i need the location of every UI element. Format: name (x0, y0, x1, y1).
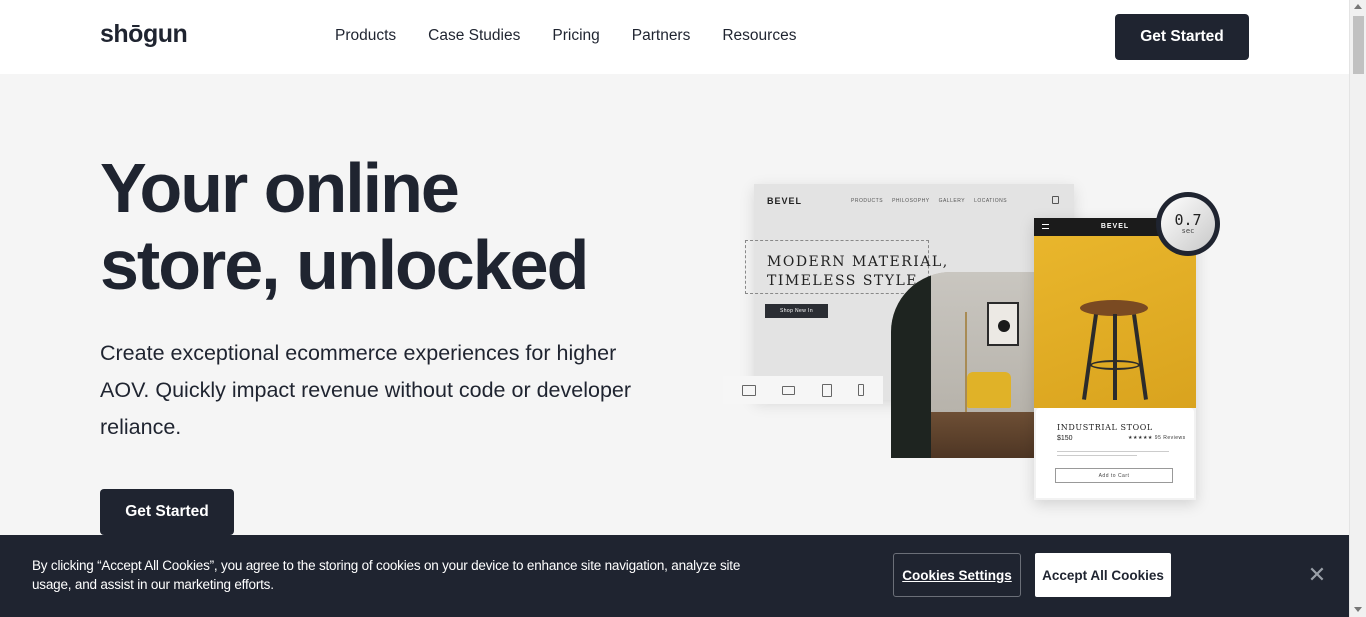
hero-title-line-2: store, unlocked (100, 226, 589, 304)
photo-artwork (987, 302, 1019, 346)
desktop-nav-item: LOCATIONS (974, 198, 1008, 204)
nav-partners[interactable]: Partners (632, 27, 691, 45)
stool-leg (1132, 314, 1148, 400)
desktop-brand: BEVEL (767, 196, 803, 206)
nav-resources[interactable]: Resources (722, 27, 796, 45)
tablet-icon (821, 383, 832, 397)
bag-icon (1052, 196, 1059, 204)
scroll-down-arrow-icon[interactable] (1354, 607, 1362, 612)
site-header: shōgun Products Case Studies Pricing Par… (0, 0, 1349, 74)
nav-products[interactable]: Products (335, 27, 396, 45)
desktop-nav-item: PHILOSOPHY (892, 198, 930, 204)
desktop-icon (742, 384, 757, 396)
close-icon[interactable]: ✕ (1306, 564, 1328, 586)
desktop-headline-line-1: MODERN MATERIAL, (767, 254, 949, 270)
device-switcher (723, 376, 883, 404)
load-time-value: 0.7 (1174, 211, 1202, 229)
hero-subtitle: Create exceptional ecommerce experiences… (100, 341, 632, 439)
shogun-logo[interactable]: shōgun (100, 20, 188, 49)
product-mockup: BEVEL PRODUCTS PHILOSOPHY GALLERY LOCATI… (720, 180, 1240, 510)
load-time-unit: sec (1181, 227, 1195, 235)
product-rating: ★★★★★ 95 Reviews (1128, 435, 1186, 441)
nav-pricing[interactable]: Pricing (552, 27, 599, 45)
scroll-up-arrow-icon[interactable] (1354, 4, 1362, 9)
product-name: INDUSTRIAL STOOL (1057, 423, 1153, 432)
stool-ring (1090, 360, 1140, 370)
add-to-cart-button: Add to Cart (1055, 468, 1173, 483)
stool-leg (1082, 314, 1098, 400)
desktop-nav-item: PRODUCTS (851, 198, 884, 204)
desktop-nav: PRODUCTS PHILOSOPHY GALLERY LOCATIONS (851, 198, 1007, 204)
product-card: INDUSTRIAL STOOL $150 ★★★★★ 95 Reviews A… (1036, 408, 1194, 498)
hero-get-started-button[interactable]: Get Started (100, 489, 234, 535)
nav-case-studies[interactable]: Case Studies (428, 27, 520, 45)
accept-all-cookies-button[interactable]: Accept All Cookies (1035, 553, 1171, 597)
cookies-settings-button[interactable]: Cookies Settings (893, 553, 1021, 597)
shop-new-in-button: Shop New In (765, 304, 828, 318)
hero-title-line-1: Your online (100, 149, 460, 227)
page-scrollbar[interactable] (1349, 0, 1366, 617)
description-line (1057, 455, 1137, 456)
cookie-banner: By clicking “Accept All Cookies”, you ag… (0, 535, 1349, 617)
stool-leg (1113, 314, 1117, 400)
load-time-badge: 0.7 sec (1156, 192, 1220, 256)
photo-yellow-chair (967, 372, 1011, 408)
interior-photo (891, 272, 1041, 458)
laptop-icon (782, 385, 796, 395)
cookie-banner-text: By clicking “Accept All Cookies”, you ag… (32, 558, 741, 592)
photo-door (891, 272, 931, 458)
header-get-started-button[interactable]: Get Started (1115, 14, 1249, 60)
product-price: $150 (1057, 435, 1073, 442)
stool-photo (1034, 236, 1196, 408)
main-nav: Products Case Studies Pricing Partners R… (335, 27, 828, 45)
scrollbar-thumb[interactable] (1353, 16, 1364, 74)
desktop-nav-item: GALLERY (938, 198, 966, 204)
description-line (1057, 451, 1169, 452)
mobile-icon (857, 384, 864, 396)
hero-title: Your online store, unlocked (100, 150, 660, 304)
mobile-preview: BEVEL INDUSTRIAL STOOL $150 ★★★★★ 95 Rev… (1034, 218, 1196, 500)
load-time-dial: 0.7 sec (1161, 197, 1215, 251)
